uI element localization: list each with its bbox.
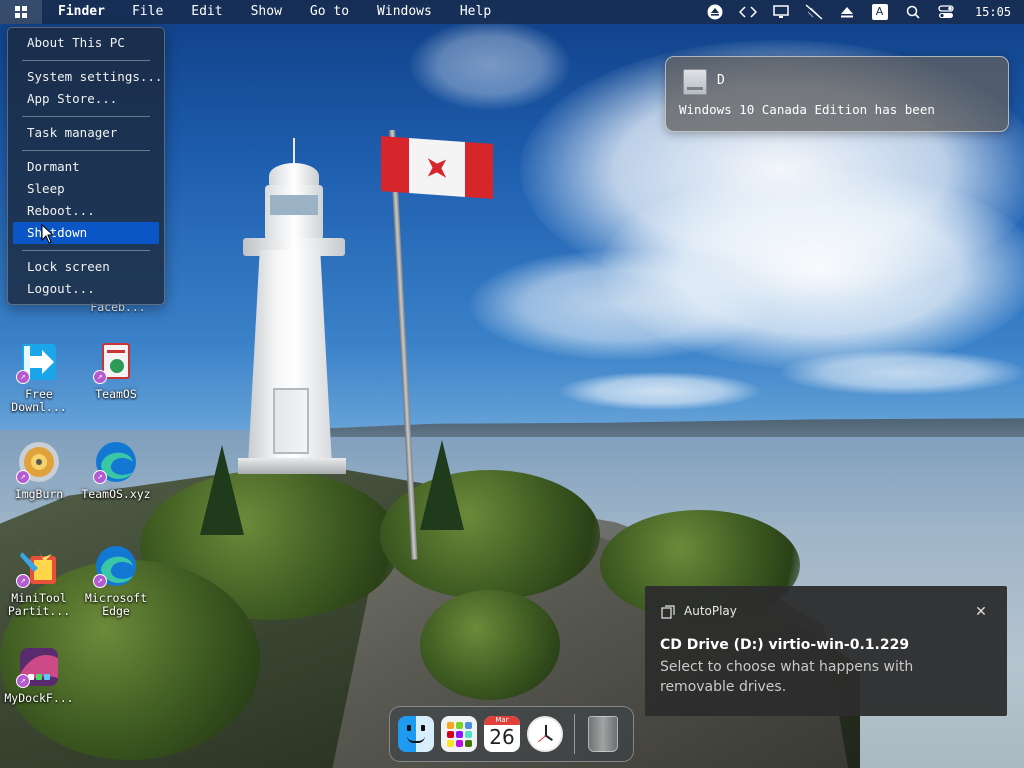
drive-icon: [683, 69, 707, 95]
code-brackets-icon[interactable]: [731, 0, 764, 24]
shortcut-arrow-icon: ↗: [16, 674, 30, 688]
dock-app-icon: ↗: [16, 644, 62, 690]
finder-icon[interactable]: [398, 716, 434, 752]
menu-bar: Finder File Edit Show Go to Windows Help…: [0, 0, 1024, 24]
menubar-app-name[interactable]: Finder: [42, 0, 118, 24]
toast-app-name: AutoPlay: [684, 604, 737, 618]
lighthouse-vane: [293, 138, 295, 166]
eject-circle-icon[interactable]: [698, 0, 731, 24]
shortcut-arrow-icon: ↗: [16, 370, 30, 384]
calendar-day: 26: [489, 725, 515, 749]
lighthouse-door: [273, 388, 309, 454]
shortcut-arrow-icon: ↗: [93, 470, 107, 484]
edge-browser-icon: ↗: [93, 544, 139, 590]
windows-logo-icon: [15, 6, 27, 18]
menu-item-task-manager[interactable]: Task manager: [13, 122, 159, 144]
lighthouse-base: [238, 458, 346, 474]
desktop-icon-label: MiniTool Partit...: [7, 591, 71, 618]
desktop-icon-label: TeamOS.xyz: [81, 487, 151, 501]
lighthouse-window: [270, 195, 318, 215]
menu-go-to[interactable]: Go to: [296, 0, 363, 24]
shortcut-arrow-icon: ↗: [16, 470, 30, 484]
menu-item-app-store[interactable]: App Store...: [13, 88, 159, 110]
start-menu-button[interactable]: [0, 0, 42, 24]
toast-description: Select to choose what happens with remov…: [660, 659, 914, 695]
menu-separator: [22, 60, 150, 61]
menu-item-reboot[interactable]: Reboot...: [13, 200, 159, 222]
download-manager-icon: ↗: [16, 340, 62, 386]
autoplay-icon: [661, 605, 675, 619]
shortcut-arrow-icon: ↗: [93, 574, 107, 588]
shortcut-arrow-icon: ↗: [16, 574, 30, 588]
menu-show[interactable]: Show: [237, 0, 296, 24]
no-network-icon[interactable]: [797, 0, 830, 24]
desktop-icon-mydock[interactable]: ↗ MyDockF...: [1, 644, 77, 705]
toast-title: CD Drive (D:) virtio-win-0.1.229: [660, 637, 910, 653]
menu-item-logout[interactable]: Logout...: [13, 278, 159, 300]
wallpaper-cloud: [470, 250, 770, 360]
wallpaper-tree: [420, 440, 464, 530]
desktop-icon-label: Microsoft Edge: [84, 591, 148, 618]
menu-item-shutdown[interactable]: Shutdown: [13, 222, 159, 244]
menu-file[interactable]: File: [118, 0, 177, 24]
autoplay-toast[interactable]: AutoPlay ✕ CD Drive (D:) virtio-win-0.1.…: [645, 586, 1007, 716]
canadian-flag: [381, 136, 493, 199]
menu-separator: [22, 116, 150, 117]
wallpaper-cloud: [410, 20, 570, 110]
desktop-icon-microsoft-edge[interactable]: ↗ Microsoft Edge: [78, 544, 154, 618]
desktop-icon-label: MyDockF...: [4, 691, 74, 705]
menu-separator: [22, 250, 150, 251]
dock-separator: [574, 714, 575, 754]
input-method-label: A: [871, 4, 888, 20]
control-center-icon[interactable]: [929, 0, 962, 24]
calendar-month: Mar: [484, 716, 520, 725]
drive-notification-body: Windows 10 Canada Edition has been e: [679, 102, 941, 117]
drive-notification[interactable]: D Windows 10 Canada Edition has been e: [665, 56, 1009, 132]
menu-item-sleep[interactable]: Sleep: [13, 178, 159, 200]
drive-notification-title: D: [717, 73, 725, 88]
launchpad-icon[interactable]: [441, 716, 477, 752]
desktop-icon-minitool[interactable]: ↗ MiniTool Partit...: [1, 544, 77, 618]
display-icon[interactable]: [764, 0, 797, 24]
desktop-icon-teamos-xyz[interactable]: ↗ TeamOS.xyz: [78, 440, 154, 501]
menubar-clock[interactable]: 15:05: [962, 5, 1024, 19]
disc-burner-icon: ↗: [16, 440, 62, 486]
wallpaper-cloud: [560, 372, 760, 410]
mouse-cursor-icon: [41, 224, 55, 244]
calendar-icon[interactable]: Mar 26: [484, 716, 520, 752]
search-icon[interactable]: [896, 0, 929, 24]
dock: Mar 26: [389, 706, 634, 762]
menu-help[interactable]: Help: [446, 0, 505, 24]
trash-icon[interactable]: [588, 716, 618, 752]
input-method-icon[interactable]: A: [863, 0, 896, 24]
close-icon[interactable]: ✕: [969, 600, 993, 624]
menu-item-dormant[interactable]: Dormant: [13, 156, 159, 178]
desktop-icon-label: TeamOS: [95, 387, 137, 401]
menu-item-system-settings[interactable]: System settings...: [13, 66, 162, 88]
maple-leaf-icon: [419, 149, 456, 186]
desktop-icon-teamos[interactable]: ↗ TeamOS: [78, 340, 154, 401]
menu-edit[interactable]: Edit: [177, 0, 236, 24]
menu-separator: [22, 150, 150, 151]
menu-windows[interactable]: Windows: [363, 0, 446, 24]
menu-item-about-this-pc[interactable]: About This PC: [13, 32, 159, 54]
document-app-icon: ↗: [93, 340, 139, 386]
wallpaper-shrub: [420, 590, 560, 700]
eject-icon[interactable]: [830, 0, 863, 24]
shortcut-arrow-icon: ↗: [93, 370, 107, 384]
desktop-icon-imgburn[interactable]: ↗ ImgBurn: [1, 440, 77, 501]
system-menu-dropdown: About This PC System settings... App Sto…: [7, 27, 165, 305]
wallpaper-cloud: [780, 350, 1024, 395]
edge-browser-icon: ↗: [93, 440, 139, 486]
menu-item-lock-screen[interactable]: Lock screen: [13, 256, 159, 278]
desktop-icon-label: Free Downl...: [11, 387, 67, 414]
desktop-icon-label: ImgBurn: [14, 487, 64, 501]
partition-tool-icon: ↗: [16, 544, 62, 590]
desktop-icon-free-download[interactable]: ↗ Free Downl...: [1, 340, 77, 414]
clock-icon[interactable]: [527, 716, 563, 752]
